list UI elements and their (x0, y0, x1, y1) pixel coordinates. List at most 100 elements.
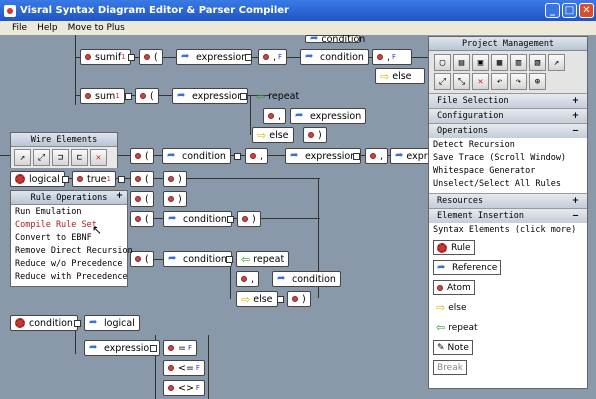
reference-condition-top[interactable]: ➦ condition (305, 35, 365, 45)
resources-section[interactable]: Resources + (429, 193, 587, 208)
reference-sum[interactable]: sum 1 (80, 88, 125, 104)
insert-note-button[interactable]: ✎ Note (433, 340, 473, 355)
file-selection-section[interactable]: File Selection + (429, 93, 587, 108)
reference-condition[interactable]: ➦ condition (300, 49, 369, 65)
maximize-button[interactable]: □ (562, 3, 577, 18)
else-branch[interactable]: ⇨ else (252, 127, 294, 143)
atom-paren-open[interactable]: ( (139, 49, 163, 65)
compile-rule-set-item[interactable]: Compile Rule Set (11, 218, 127, 231)
reference-condition[interactable]: ➦ condition (272, 271, 341, 287)
connector[interactable] (74, 320, 81, 327)
reference-expression-cut[interactable]: ➦ expre (390, 148, 433, 164)
atom-paren-close[interactable]: ) (303, 127, 327, 143)
connector[interactable] (245, 54, 252, 61)
repeat-loop[interactable]: ⇦ repeat (236, 251, 290, 267)
atom-paren-close[interactable]: ) (163, 171, 187, 187)
link-icon[interactable]: ⤡ (453, 73, 470, 90)
connect-icon[interactable]: ⤢ (434, 73, 451, 90)
target-icon[interactable]: ⊕ (529, 73, 546, 90)
repeat-loop[interactable]: ⇦ repeat (252, 88, 303, 104)
save-trace-item[interactable]: Save Trace (Scroll Window) (429, 151, 587, 164)
detect-recursion-item[interactable]: Detect Recursion (429, 138, 587, 151)
atom-comma[interactable]: , (263, 108, 287, 124)
atom-eq[interactable]: = F (163, 340, 197, 356)
new-file-icon[interactable]: ▢ (434, 54, 451, 71)
reference-expression[interactable]: ➦ expression (84, 340, 161, 356)
rule-logical[interactable]: logical (10, 171, 65, 187)
connector[interactable] (353, 153, 360, 160)
connector[interactable] (240, 93, 247, 100)
insert-else-button[interactable]: ⇨ else (433, 300, 470, 315)
wire-split-icon[interactable]: ⊏ (71, 149, 88, 166)
wire-delete-icon[interactable]: ✕ (90, 149, 107, 166)
reference-expression[interactable]: ➦ expression (176, 49, 253, 65)
redo-icon[interactable]: ↷ (510, 73, 527, 90)
atom-paren-open[interactable]: ( (130, 191, 154, 207)
insert-repeat-button[interactable]: ⇦ repeat (433, 320, 481, 335)
connector[interactable] (150, 345, 157, 352)
atom-paren-close[interactable]: ) (237, 211, 261, 227)
atom-paren-close[interactable]: ) (163, 191, 187, 207)
reduce-with-precedence-item[interactable]: Reduce with Precedence (11, 270, 128, 283)
rule-condition[interactable]: condition (10, 315, 78, 331)
convert-to-ebnf-item[interactable]: Convert to EBNF (11, 231, 127, 244)
reference-sumif[interactable]: sumif 1 (80, 49, 131, 65)
menu-move-to-plus[interactable]: Move to Plus (68, 23, 125, 33)
reference-expression[interactable]: ➦ expression (285, 148, 362, 164)
unselect-select-all-item[interactable]: Unselect/Select All Rules (429, 177, 587, 190)
atom-lte[interactable]: <= F (163, 360, 205, 376)
reference-expression[interactable]: ➦ expression (172, 88, 249, 104)
atom-comma[interactable]: , (245, 148, 269, 164)
configuration-section[interactable]: Configuration + (429, 108, 587, 123)
open-folder-icon[interactable]: ▤ (453, 54, 470, 71)
wire-icon[interactable]: ↗ (548, 54, 565, 71)
wire-branch-icon[interactable]: ⊐ (52, 149, 69, 166)
minimize-button[interactable]: _ (545, 3, 560, 18)
else-branch[interactable]: ⇨ else (236, 291, 278, 307)
reference-logical[interactable]: ➦ logical (84, 315, 140, 331)
atom-paren-open[interactable]: ( (130, 171, 154, 187)
atom-paren-open[interactable]: ( (130, 211, 154, 227)
close-button[interactable]: ✕ (579, 3, 594, 18)
rule-operations-toggle[interactable]: + (116, 191, 123, 201)
save-icon[interactable]: ▣ (472, 54, 489, 71)
save-as-icon[interactable]: ▦ (491, 54, 508, 71)
menu-help[interactable]: Help (37, 23, 58, 33)
reference-expression[interactable]: ➦ expression (290, 108, 367, 124)
wire-connect-icon[interactable]: ↗ (14, 149, 31, 166)
connector[interactable] (62, 176, 69, 183)
run-emulation-item[interactable]: Run Emulation (11, 205, 127, 218)
atom-comma[interactable]: ,F (258, 49, 288, 65)
element-insertion-section[interactable]: Element Insertion − (429, 208, 587, 223)
connector[interactable] (118, 176, 125, 183)
undo-icon[interactable]: ↶ (491, 73, 508, 90)
reference-condition[interactable]: ➦ condition (163, 211, 232, 227)
insert-reference-button[interactable]: ➦ Reference (433, 260, 502, 275)
connector[interactable] (226, 256, 233, 263)
else-branch[interactable]: ⇨ else (375, 68, 425, 84)
copy-icon[interactable]: ▧ (529, 54, 546, 71)
atom-true[interactable]: true 1 (72, 171, 116, 187)
atom-paren-close[interactable]: ) (287, 291, 311, 307)
delete-icon[interactable]: ✕ (472, 73, 489, 90)
atom-paren-open[interactable]: ( (135, 88, 159, 104)
reference-condition[interactable]: ➦ condition (163, 251, 232, 267)
atom-comma[interactable]: , (365, 148, 389, 164)
reference-condition[interactable]: ➦ condition (162, 148, 231, 164)
atom-comma[interactable]: , (236, 271, 260, 287)
wire-diagonal-icon[interactable]: ⤢ (33, 149, 50, 166)
connector[interactable] (234, 153, 241, 160)
menu-file[interactable]: File (12, 23, 27, 33)
insert-atom-button[interactable]: Atom (433, 280, 475, 295)
remove-direct-recursion-item[interactable]: Remove Direct Recursion (11, 244, 133, 257)
atom-paren-open[interactable]: ( (130, 148, 154, 164)
atom-neq[interactable]: <> F (163, 380, 205, 396)
atom-paren-open[interactable]: ( (130, 251, 154, 267)
connector[interactable] (128, 54, 135, 61)
connector[interactable] (277, 296, 284, 303)
whitespace-generator-item[interactable]: Whitespace Generator (429, 164, 587, 177)
atom-comma[interactable]: ,F (372, 49, 412, 65)
insert-break-button[interactable]: Break (433, 360, 467, 375)
print-icon[interactable]: ▥ (510, 54, 527, 71)
connector[interactable] (227, 216, 234, 223)
